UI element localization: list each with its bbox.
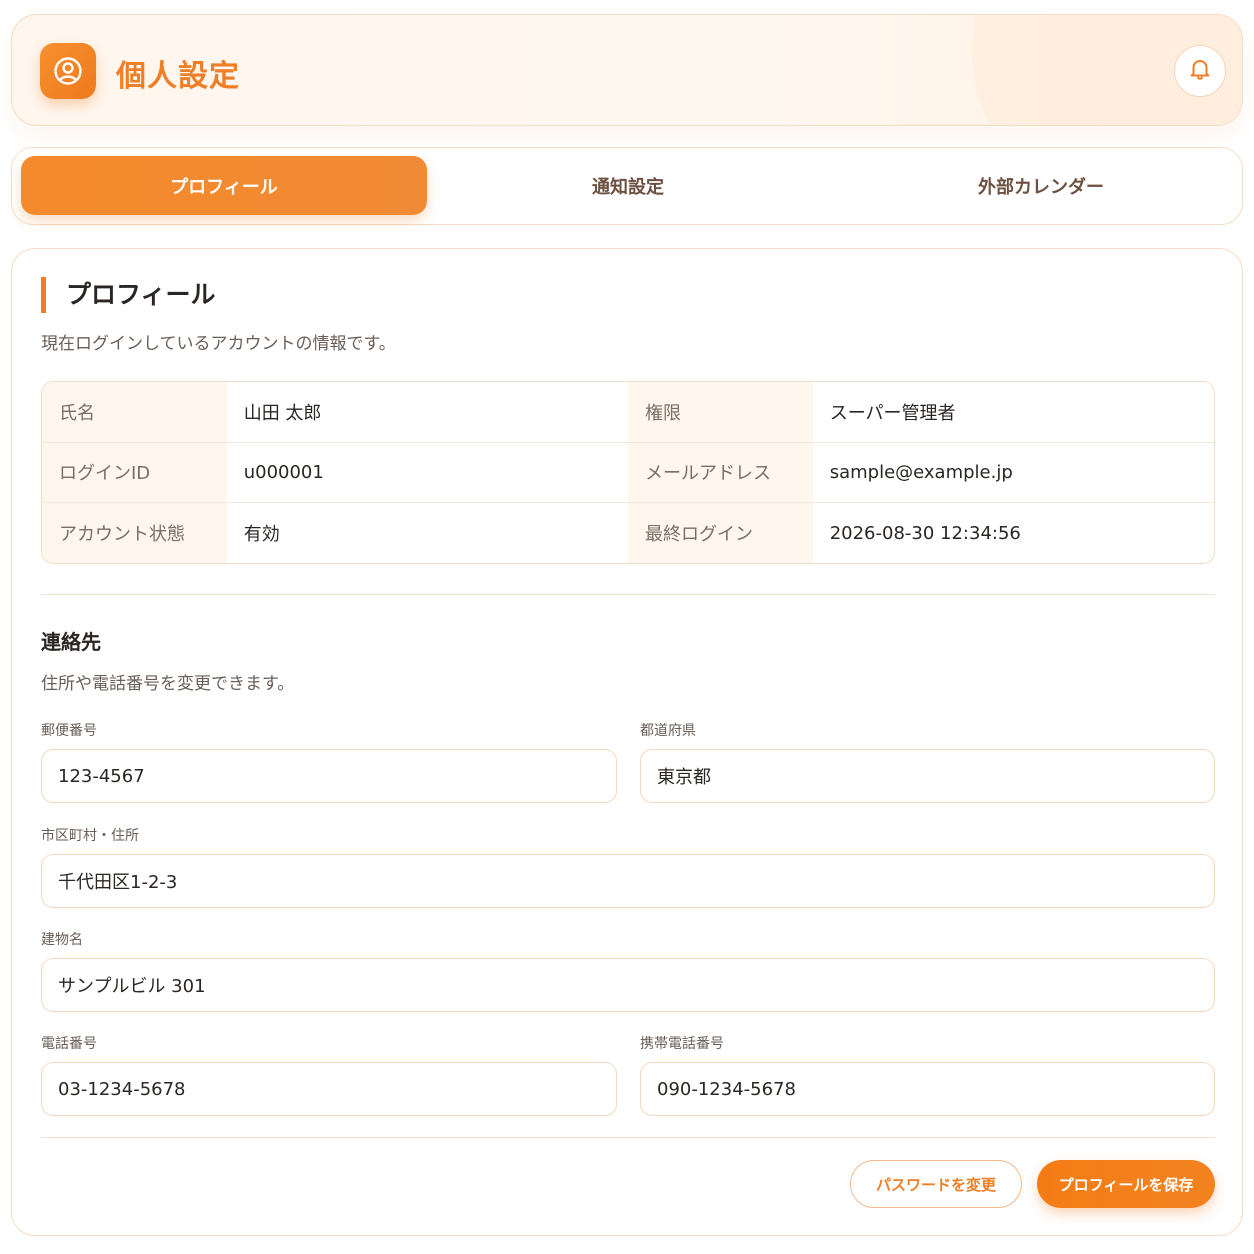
prefecture-input[interactable] — [640, 749, 1215, 803]
account-info-table: 氏名 山田 太郎 権限 スーパー管理者 ログインID u000001 メールアド… — [41, 381, 1215, 564]
info-label: アカウント状態 — [42, 503, 227, 563]
tab-profile[interactable]: プロフィール — [21, 156, 427, 215]
info-value: u000001 — [243, 461, 324, 483]
info-label: メールアドレス — [628, 442, 813, 502]
info-label: 権限 — [628, 382, 813, 442]
info-label: 氏名 — [42, 382, 227, 442]
page-header: 個人設定 — [11, 14, 1243, 126]
address-input[interactable] — [41, 854, 1215, 908]
info-value: sample@example.jp — [829, 461, 1013, 483]
info-value: 有効 — [243, 524, 280, 546]
mobile-label: 携帯電話番号 — [640, 1036, 724, 1052]
info-label: 最終ログイン — [628, 503, 813, 563]
section-title: プロフィール — [41, 277, 216, 313]
table-row: アカウント状態 有効 最終ログイン 2026-08-30 12:34:56 — [42, 503, 1214, 563]
mobile-input[interactable] — [640, 1062, 1215, 1116]
change-password-button[interactable]: パスワードを変更 — [850, 1160, 1022, 1208]
table-row: 氏名 山田 太郎 権限 スーパー管理者 — [42, 382, 1214, 443]
info-value: 2026-08-30 12:34:56 — [829, 522, 1021, 544]
phone-label: 電話番号 — [41, 1036, 97, 1052]
actions-divider — [41, 1137, 1215, 1138]
page-title: 個人設定 — [116, 59, 240, 94]
section-description: 現在ログインしているアカウントの情報です。 — [41, 334, 396, 354]
tab-external-calendar[interactable]: 外部カレンダー — [838, 156, 1244, 215]
info-label: ログインID — [42, 442, 227, 502]
building-input[interactable] — [41, 958, 1215, 1012]
section-divider — [41, 594, 1215, 595]
table-row: ログインID u000001 メールアドレス sample@example.jp — [42, 442, 1214, 503]
prefecture-label: 都道府県 — [640, 723, 696, 739]
contact-title: 連絡先 — [41, 630, 101, 654]
bell-icon — [1187, 56, 1213, 86]
building-label: 建物名 — [41, 932, 83, 948]
save-profile-button[interactable]: プロフィールを保存 — [1037, 1160, 1215, 1208]
contact-description: 住所や電話番号を変更できます。 — [41, 674, 295, 694]
user-circle-icon — [40, 43, 96, 99]
info-value: 山田 太郎 — [243, 402, 322, 424]
profile-card: プロフィール 現在ログインしているアカウントの情報です。 氏名 山田 太郎 権限… — [11, 248, 1243, 1236]
phone-input[interactable] — [41, 1062, 617, 1116]
tab-bar: プロフィール 通知設定 外部カレンダー — [11, 147, 1243, 225]
tab-notifications[interactable]: 通知設定 — [425, 156, 831, 215]
notification-button[interactable] — [1174, 45, 1226, 97]
postal-code-label: 郵便番号 — [41, 723, 97, 739]
address-label: 市区町村・住所 — [41, 828, 139, 844]
info-value: スーパー管理者 — [829, 402, 956, 424]
postal-code-input[interactable] — [41, 749, 617, 803]
